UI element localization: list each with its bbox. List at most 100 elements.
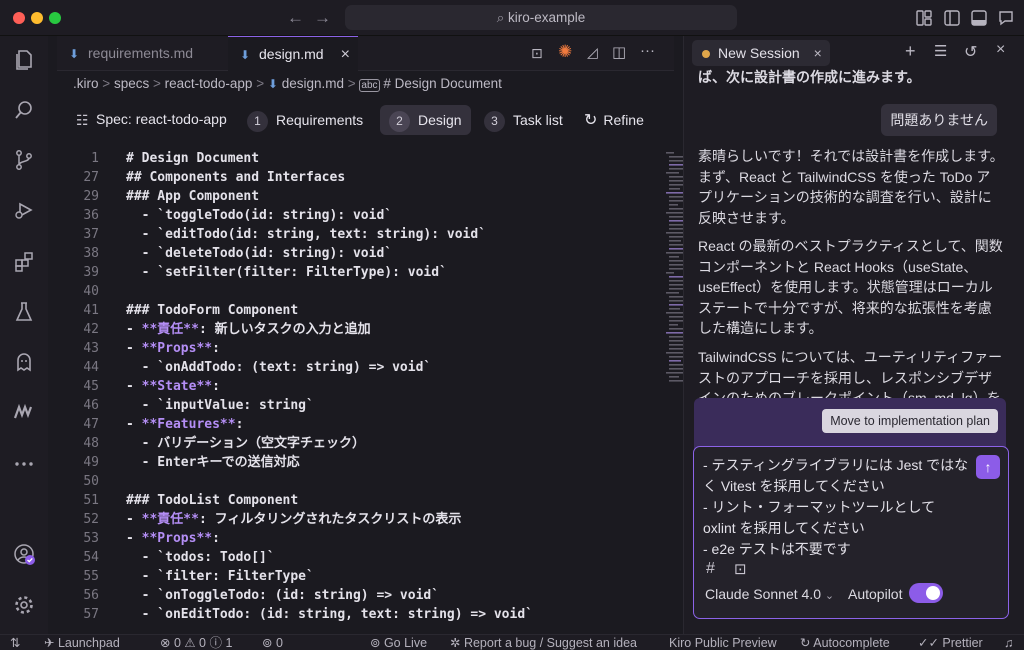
line-number: 39 [83,265,99,280]
autopilot-toggle[interactable] [909,583,943,603]
explorer-icon[interactable] [12,48,36,72]
code-line[interactable]: 45 - **State**: [57,377,657,396]
step-design[interactable]: 2 Design [380,105,471,135]
new-session-icon[interactable]: + [905,41,923,61]
line-content: - `onEditTodo: (id: string, text: string… [126,607,533,622]
prettier-item[interactable]: ✓✓ Prettier [918,635,983,650]
toggle-panel-icon[interactable] [970,9,988,27]
close-tab-icon[interactable]: × [341,37,350,72]
toggle-sidebar-icon[interactable] [943,9,961,27]
minimize-window-button[interactable] [31,12,43,24]
arrow-up-icon: ↑ [984,459,992,475]
minimap-line [669,224,683,226]
code-line[interactable]: 39 - `setFilter(filter: FilterType): voi… [57,263,657,282]
go-live-item[interactable]: ⊚ Go Live [370,635,427,650]
open-preview-icon[interactable]: ⊡ [531,45,543,62]
mcp-icon[interactable] [12,400,36,424]
search-icon[interactable] [12,98,36,122]
code-line[interactable]: 52 - **責任**: フィルタリングされたタスクリストの表示 [57,510,657,529]
tab-design[interactable]: ⬇ design.md × [228,36,358,71]
code-editor[interactable]: 1 # Design Document 27 ## Components and In… [57,149,657,634]
minimap-line [669,240,681,242]
code-line[interactable]: 27 ## Components and Interfaces [57,168,657,187]
sparkle-icon[interactable]: ✺ [558,42,572,62]
layout-panels-icon[interactable] [915,9,933,27]
bold-keyword: **Props** [141,531,213,546]
session-tab[interactable]: New Session × [692,40,830,66]
minimap-line [666,152,674,154]
code-line[interactable]: 36 - `toggleTodo(id: string): void` [57,206,657,225]
code-line[interactable]: 37 - `editTodo(id: string, text: string)… [57,225,657,244]
remote-icon[interactable]: ⇅ [10,635,20,650]
kiro-ghost-icon[interactable] [12,350,36,374]
refine-button[interactable]: ↻ Refine [575,105,653,135]
source-control-icon[interactable] [12,148,36,172]
code-line[interactable]: 50 [57,472,657,491]
more-actions-icon[interactable]: ··· [640,42,655,59]
command-search[interactable]: ⌕ kiro-example [345,5,737,30]
extensions-icon[interactable] [12,250,36,274]
image-attach-icon[interactable]: ⊡ [734,560,747,578]
code-line[interactable]: 42 - **責任**: 新しいタスクの入力と追加 [57,320,657,339]
line-number: 48 [83,436,99,451]
line-content: - **Props**: [126,529,220,548]
close-panel-icon[interactable]: × [996,41,1014,59]
report-bug-item[interactable]: ✲ Report a bug / Suggest an idea [450,635,637,650]
step-requirements[interactable]: 1 Requirements [238,105,372,135]
tab-requirements[interactable]: ⬇ requirements.md [57,36,227,71]
send-button[interactable]: ↑ [976,455,1000,479]
spec-label: Spec: react-todo-app [96,111,227,127]
code-line[interactable]: 48 - バリデーション（空文字チェック） [57,434,657,453]
list-marker: - [126,379,142,394]
run-debug-icon[interactable] [12,198,36,222]
code-line[interactable]: 54 - `todos: Todo[]` [57,548,657,567]
close-session-icon[interactable]: × [814,45,822,61]
code-line[interactable]: 53 - **Props**: [57,529,657,548]
code-line[interactable]: 56 - `onToggleTodo: (id: string) => void… [57,586,657,605]
code-line[interactable]: 38 - `deleteTodo(id: string): void` [57,244,657,263]
restore-icon[interactable]: ↺ [964,42,982,61]
move-to-implementation-plan-button[interactable]: Move to implementation plan [822,409,998,433]
back-arrow-icon[interactable]: ← [287,8,304,28]
code-line[interactable]: 29 ### App Component [57,187,657,206]
ports-item[interactable]: ⊚ 0 [262,635,283,650]
account-icon[interactable] [12,542,36,566]
history-list-icon[interactable]: ☰ [934,42,952,60]
user-message: 問題ありません [881,104,997,136]
close-window-button[interactable] [13,12,25,24]
line-text: : 新しいタスクの入力と追加 [198,322,371,337]
code-line[interactable]: 1 # Design Document [57,149,657,168]
public-preview-item[interactable]: Kiro Public Preview [669,635,777,650]
code-line[interactable]: 41 ### TodoForm Component [57,301,657,320]
antenna-icon: ⊚ [262,636,276,650]
launchpad-item[interactable]: ✈ Launchpad [44,635,120,650]
hash-context-icon[interactable]: # [706,560,715,578]
minimap-line [669,204,678,206]
autocomplete-item[interactable]: ↻ Autocomplete [800,635,890,650]
model-select[interactable]: Claude Sonnet 4.0 ⌄ [705,586,834,602]
chat-input[interactable]: - テスティングライブラリには Jest ではな く Vitest を採用してく… [693,446,1009,619]
chat-icon[interactable] [997,9,1015,27]
code-line[interactable]: 49 - Enterキーでの送信対応 [57,453,657,472]
code-line[interactable]: 40 [57,282,657,301]
list-marker: - [126,417,142,432]
forward-arrow-icon[interactable]: → [314,8,331,28]
zoom-window-button[interactable] [49,12,61,24]
settings-gear-icon[interactable] [12,593,36,617]
step-task-list[interactable]: 3 Task list [475,105,572,135]
code-line[interactable]: 43 - **Props**: [57,339,657,358]
line-content: ### App Component [126,189,260,204]
notifications-bell-icon[interactable]: ♫ [1004,635,1013,650]
code-line[interactable]: 47 - **Features**: [57,415,657,434]
code-line[interactable]: 44 - `onAddTodo: (text: string) => void` [57,358,657,377]
more-icon[interactable] [12,452,36,476]
code-line[interactable]: 51 ### TodoList Component [57,491,657,510]
testing-flask-icon[interactable] [12,300,36,324]
code-line[interactable]: 55 - `filter: FilterType` [57,567,657,586]
problems-item[interactable]: ⊗ 0 ⚠ 0 ⓘ 1 [160,635,232,650]
signal-icon[interactable]: ◿ [587,44,598,61]
breadcrumb: .kiro > specs > react-todo-app > ⬇ desig… [73,76,502,92]
split-editor-icon[interactable]: ◫ [612,43,626,61]
code-line[interactable]: 46 - `inputValue: string` [57,396,657,415]
code-line[interactable]: 57 - `onEditTodo: (id: string, text: str… [57,605,657,624]
